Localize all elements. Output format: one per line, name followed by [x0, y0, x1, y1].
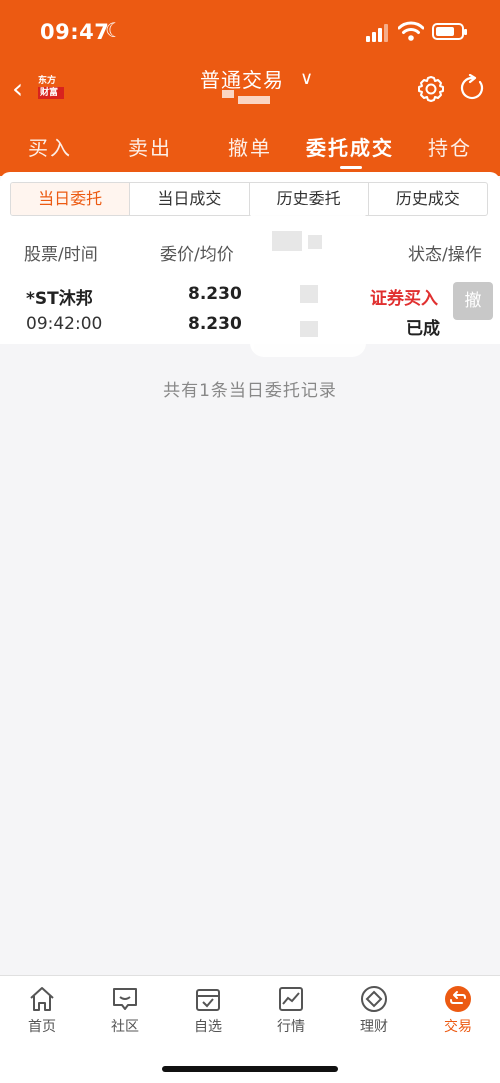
logo-line1: 东方	[38, 76, 57, 86]
wealth-icon	[361, 986, 387, 1012]
nav-trade[interactable]: 交易	[428, 984, 488, 1036]
redacted-account	[222, 90, 270, 104]
gear-icon[interactable]	[416, 74, 446, 104]
tab-cancel[interactable]: 撤单	[228, 132, 272, 161]
app-logo: 东方 财富	[38, 75, 64, 103]
nav-watchlist[interactable]: 自选	[178, 984, 238, 1036]
trade-icon	[445, 986, 471, 1012]
stock-name: *ST沐邦	[26, 289, 93, 309]
avg-price: 8.230	[188, 314, 242, 334]
header-stock-time: 股票/时间	[24, 245, 98, 265]
summary-text: 共有1条当日委托记录	[163, 381, 337, 401]
tab-buy[interactable]: 买入	[28, 132, 72, 161]
logo-line2: 财富	[38, 87, 64, 99]
seg-today-orders[interactable]: 当日委托	[11, 183, 130, 215]
nav-watchlist-label: 自选	[194, 1019, 222, 1035]
community-icon	[113, 988, 137, 1010]
tab-sell[interactable]: 卖出	[128, 132, 172, 161]
nav-home[interactable]: 首页	[12, 984, 72, 1036]
market-icon	[279, 987, 303, 1011]
app-header: 09:47 ☾ ‹ 东方 财富 普通交易 ∨ 买入 卖出 撤单 委托成交 持仓	[0, 0, 500, 176]
nav-wealth[interactable]: 理财	[344, 984, 404, 1036]
refresh-icon[interactable]	[458, 74, 486, 102]
order-type: 证券买入	[370, 289, 438, 309]
redacted-overlay	[250, 205, 366, 357]
home-icon	[30, 987, 54, 1011]
navbar: ‹ 东方 财富 普通交易 ∨	[0, 62, 500, 118]
cancel-order-button[interactable]: 撤	[453, 282, 493, 320]
nav-market[interactable]: 行情	[261, 984, 321, 1036]
seg-history-deals[interactable]: 历史成交	[367, 183, 487, 215]
nav-home-label: 首页	[28, 1019, 56, 1035]
order-segment-control: 当日委托 当日成交 历史委托 历史成交	[10, 182, 488, 216]
trade-tabs: 买入 卖出 撤单 委托成交 持仓	[0, 126, 500, 170]
nav-trade-label: 交易	[444, 1019, 472, 1035]
moon-icon: ☾	[105, 18, 123, 42]
nav-market-label: 行情	[277, 1019, 305, 1035]
tab-positions[interactable]: 持仓	[428, 132, 472, 161]
order-price: 8.230	[188, 284, 242, 304]
nav-wealth-label: 理财	[360, 1019, 388, 1035]
status-time: 09:47	[40, 20, 110, 44]
header-price: 委价/均价	[160, 245, 234, 265]
tab-orders[interactable]: 委托成交	[306, 132, 394, 161]
back-arrow-icon[interactable]: ‹	[12, 74, 34, 104]
order-status: 已成	[406, 319, 440, 339]
status-bar: 09:47 ☾	[0, 0, 500, 62]
battery-icon	[432, 23, 467, 40]
home-indicator	[162, 1066, 338, 1072]
nav-community-label: 社区	[111, 1019, 139, 1035]
signal-icon	[366, 24, 390, 42]
nav-community[interactable]: 社区	[95, 984, 155, 1036]
header-status-action: 状态/操作	[408, 245, 482, 265]
watchlist-icon	[196, 989, 220, 1011]
chevron-down-icon[interactable]: ∨	[300, 68, 313, 89]
page-title[interactable]: 普通交易	[200, 64, 284, 93]
bottom-nav: 首页 社区 自选 行情 理财 交易	[0, 975, 500, 1083]
tab-indicator	[340, 166, 362, 169]
wifi-icon	[398, 21, 424, 41]
order-time: 09:42:00	[26, 314, 103, 334]
seg-today-deals[interactable]: 当日成交	[129, 183, 248, 215]
